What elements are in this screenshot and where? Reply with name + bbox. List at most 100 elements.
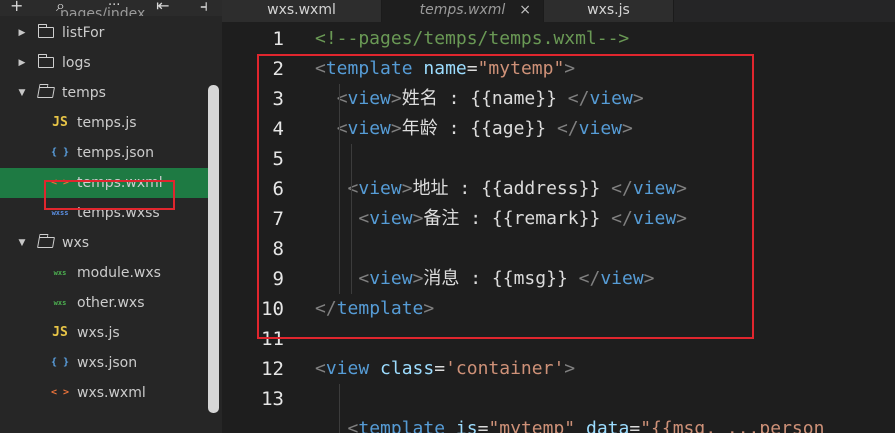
editor-tabs: wxs.wxml temps.wxml × wxs.js xyxy=(222,0,895,22)
chevron-right-icon[interactable]: ▶ xyxy=(17,18,27,48)
code-token: view xyxy=(632,178,677,199)
indent-guide xyxy=(339,84,340,294)
code-token: template xyxy=(325,58,413,79)
indent-guide xyxy=(351,144,352,294)
code-line: <view>年龄 : {{age}} </view> xyxy=(315,114,824,144)
code-token: > xyxy=(564,58,576,79)
code-token: 年龄 : {{age}} xyxy=(401,118,557,139)
tab-label: temps.wxml xyxy=(419,2,506,18)
folder-label: logs xyxy=(62,55,91,71)
folder-label: wxs xyxy=(62,235,90,251)
code-content[interactable]: <!--pages/temps/temps.wxml--> <template n… xyxy=(315,24,824,433)
line-number-gutter: 1 2 3 4 5 6 7 8 9 10 11 12 13 xyxy=(222,24,302,433)
outline-icon[interactable]: ⇤ xyxy=(156,0,169,16)
code-token: > xyxy=(423,298,435,319)
chevron-down-icon[interactable]: ▼ xyxy=(17,78,27,108)
code-token: </ xyxy=(578,268,601,289)
code-line: <view>备注 : {{remark}} </view> xyxy=(315,204,824,234)
code-token: name xyxy=(423,58,467,79)
close-icon[interactable]: × xyxy=(519,0,531,20)
line-number: 1 xyxy=(272,28,284,50)
editor-tab[interactable]: temps.wxml × xyxy=(382,0,544,22)
code-token: > xyxy=(412,268,424,289)
code-line: <view>地址 : {{address}} </view> xyxy=(315,174,824,204)
file-label: other.wxs xyxy=(77,295,145,311)
ide-window: + ⌕ ··· ⇤ ⫞ pages/index ▶ listFor ▶ logs ▼ te… xyxy=(0,0,895,433)
code-token: > xyxy=(564,358,576,379)
code-token: = xyxy=(434,358,446,379)
tab-label: wxs.js xyxy=(587,2,630,18)
code-token: < xyxy=(315,58,326,79)
file-item[interactable]: JS temps.js xyxy=(0,108,208,138)
folder-label: temps xyxy=(62,85,106,101)
indent-guide xyxy=(339,384,340,433)
code-token: < xyxy=(347,418,359,433)
file-item[interactable]: { } wxs.json xyxy=(0,348,208,378)
code-token: 姓名 : {{name}} xyxy=(401,88,568,109)
file-item[interactable]: wxs module.wxs xyxy=(0,258,208,288)
file-item[interactable]: { } temps.json xyxy=(0,138,208,168)
file-item[interactable]: JS wxs.js xyxy=(0,318,208,348)
code-token: > xyxy=(632,88,644,109)
code-token: view xyxy=(369,268,413,289)
line-number: 10 xyxy=(261,298,284,320)
file-label: module.wxs xyxy=(77,265,161,281)
file-type-icon: { } xyxy=(50,147,70,158)
line-number: 7 xyxy=(272,208,284,230)
code-token: </ xyxy=(611,208,633,229)
folder-item[interactable]: ▶ listFor xyxy=(0,18,208,48)
folder-item[interactable]: ▶ logs xyxy=(0,48,208,78)
file-item[interactable]: < > wxs.wxml xyxy=(0,378,208,408)
explorer-toolbar: + ⌕ ··· ⇤ ⫞ pages/index xyxy=(0,0,222,16)
sidebar-scrollbar[interactable] xyxy=(208,85,219,413)
code-token: > xyxy=(390,118,402,139)
code-editor: wxs.wxml temps.wxml × wxs.js 1 2 3 4 5 6 7 8 9 10 11 1… xyxy=(222,0,895,433)
code-token: view xyxy=(325,358,370,379)
code-token: data xyxy=(585,418,630,433)
code-token: view xyxy=(589,88,633,109)
chevron-down-icon[interactable]: ▼ xyxy=(17,228,27,258)
file-item[interactable]: < > temps.wxml xyxy=(0,168,208,198)
code-token: template xyxy=(358,418,446,433)
folder-item[interactable]: ▼ wxs xyxy=(0,228,208,258)
code-token: 地址 : {{address}} xyxy=(412,178,612,199)
plus-icon[interactable]: + xyxy=(10,0,23,16)
file-label: temps.wxml xyxy=(77,175,163,191)
code-token: < xyxy=(358,268,370,289)
line-number xyxy=(222,414,302,433)
file-item[interactable]: wxss temps.wxss xyxy=(0,198,208,228)
code-line: <view>姓名 : {{name}} </view> xyxy=(315,84,824,114)
code-token: view xyxy=(578,118,622,139)
line-number: 5 xyxy=(272,148,284,170)
code-token: "mytemp" xyxy=(477,58,565,79)
code-token: template xyxy=(336,298,424,319)
folder-icon xyxy=(37,54,54,68)
code-token: "mytemp" xyxy=(488,418,576,433)
editor-tab[interactable]: wxs.wxml xyxy=(222,0,382,22)
editor-tab[interactable]: wxs.js xyxy=(544,0,674,22)
code-token: = xyxy=(477,418,489,433)
code-token: is xyxy=(455,418,478,433)
tab-label: wxs.wxml xyxy=(267,2,336,18)
split-icon[interactable]: ⫞ xyxy=(200,0,208,16)
file-label: wxs.js xyxy=(77,325,120,341)
file-item[interactable]: wxs other.wxs xyxy=(0,288,208,318)
folder-item[interactable]: ▼ temps xyxy=(0,78,208,108)
code-line: <!--pages/temps/temps.wxml--> xyxy=(315,24,824,54)
code-token: view xyxy=(600,268,644,289)
code-token: </ xyxy=(315,298,337,319)
file-type-icon: < > xyxy=(50,387,70,398)
file-label: temps.json xyxy=(77,145,154,161)
code-line: <template name="mytemp"> xyxy=(315,54,824,84)
file-type-icon: { } xyxy=(50,357,70,368)
code-token: > xyxy=(676,208,688,229)
code-token: "{{msg, ...person xyxy=(640,418,825,433)
chevron-right-icon[interactable]: ▶ xyxy=(17,48,27,78)
code-line: <template is="mytemp" data="{{msg, ...pe… xyxy=(315,414,825,433)
file-label: wxs.wxml xyxy=(77,385,146,401)
